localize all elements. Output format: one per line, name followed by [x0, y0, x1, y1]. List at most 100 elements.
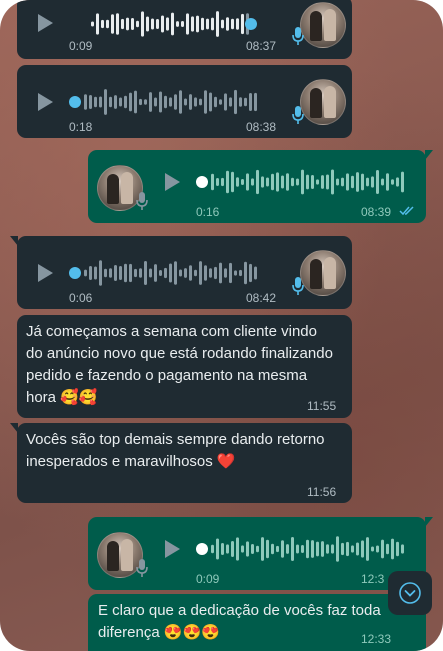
waveform-bar [381, 539, 384, 559]
waveform-bar [246, 173, 249, 191]
voice-message-2: 0:18 08:38 [17, 65, 352, 138]
waveform-bar [316, 179, 319, 185]
mic-icon [136, 192, 148, 210]
chevron-down-icon [399, 582, 421, 604]
waveform-bar [186, 13, 189, 35]
message-text: Já começamos a semana com cliente vindo … [26, 323, 333, 406]
waveform-2[interactable] [84, 88, 262, 116]
waveform-bar [126, 17, 129, 31]
double-check-icon [399, 206, 414, 216]
waveform-bar [104, 268, 107, 278]
waveform-bar [166, 17, 169, 31]
waveform-bar [346, 541, 349, 557]
waveform-bar [301, 169, 304, 195]
play-icon[interactable] [165, 540, 180, 558]
waveform-bar [244, 261, 247, 285]
waveform-bar [316, 541, 319, 557]
waveform-bar [256, 545, 259, 553]
waveform-bar [154, 264, 157, 282]
waveform-bar [209, 268, 212, 278]
message-time: 08:37 [246, 39, 277, 53]
waveform-bar [286, 173, 289, 191]
play-icon[interactable] [38, 93, 53, 111]
duration-label: 0:09 [196, 572, 220, 586]
waveform-bar [351, 545, 354, 553]
waveform-bar [276, 545, 279, 553]
waveform-bar [346, 173, 349, 191]
waveform-bar [251, 544, 254, 554]
waveform-bar [311, 540, 314, 558]
waveform-bar [321, 175, 324, 189]
waveform-bar [109, 96, 112, 108]
waveform-7[interactable] [211, 535, 409, 563]
waveform-bar [311, 174, 314, 190]
waveform-bar [231, 540, 234, 558]
waveform-bar [301, 544, 304, 554]
message-time: 08:42 [246, 291, 277, 305]
waveform-bar [199, 261, 202, 285]
play-icon[interactable] [165, 173, 180, 191]
waveform-bar [224, 268, 227, 278]
waveform-bar [281, 175, 284, 189]
waveform-bar [104, 89, 107, 115]
waveform-bar [159, 270, 162, 276]
waveform-bar [201, 17, 204, 31]
waveform-bar [216, 11, 219, 37]
message-time: 11:56 [307, 485, 337, 499]
duration-label: 0:18 [69, 120, 93, 134]
message-time: 08:39 [361, 205, 392, 219]
waveform-bar [216, 177, 219, 187]
waveform-bar [154, 97, 157, 107]
waveform-bar [261, 537, 264, 561]
waveform-bar [114, 95, 117, 109]
waveform-bar [221, 543, 224, 555]
waveform-bar [159, 91, 162, 113]
waveform-bar [244, 97, 247, 107]
waveform-bar [204, 265, 207, 281]
waveform-bar [361, 173, 364, 191]
progress-dot-4[interactable] [69, 267, 81, 279]
waveform-bar [254, 92, 257, 112]
waveform-bar [136, 20, 139, 28]
play-icon[interactable] [38, 264, 53, 282]
waveform-bar [231, 171, 234, 193]
mic-icon [292, 106, 304, 124]
waveform-bar [386, 543, 389, 555]
waveform-bar [341, 542, 344, 556]
waveform-bar [251, 178, 254, 186]
waveform-bar [221, 19, 224, 29]
message-text: Vocês são top demais sempre dando retorn… [26, 431, 325, 470]
waveform-bar [356, 172, 359, 192]
waveform-bar [96, 13, 99, 35]
waveform-bar [254, 266, 257, 280]
waveform-bar [331, 169, 334, 195]
message-text: E claro que a dedicação de vocês faz tod… [98, 602, 381, 641]
progress-dot-3[interactable] [196, 176, 208, 188]
waveform-bar [179, 269, 182, 277]
mic-icon [292, 27, 304, 45]
waveform-bar [134, 268, 137, 278]
waveform-bar [239, 97, 242, 107]
waveform-bar [161, 15, 164, 33]
waveform-bar [371, 546, 374, 552]
progress-dot-7[interactable] [196, 543, 208, 555]
waveform-3[interactable] [211, 168, 409, 196]
waveform-bar [144, 99, 147, 105]
waveform-bar [131, 17, 134, 31]
waveform-bar [241, 179, 244, 185]
waveform-bar [306, 539, 309, 559]
waveform-bar [99, 96, 102, 108]
waveform-bar [241, 13, 244, 35]
waveform-bar [366, 177, 369, 187]
waveform-1[interactable] [91, 10, 257, 38]
waveform-bar [351, 175, 354, 189]
waveform-4[interactable] [84, 259, 262, 287]
waveform-bar [341, 177, 344, 187]
scroll-down-button[interactable] [388, 571, 432, 615]
progress-dot-2[interactable] [69, 96, 81, 108]
progress-dot-1[interactable] [245, 18, 257, 30]
waveform-bar [106, 19, 109, 29]
play-icon[interactable] [38, 14, 53, 32]
voice-message-3: 0:16 08:39 [88, 150, 433, 223]
waveform-bar [336, 536, 339, 562]
